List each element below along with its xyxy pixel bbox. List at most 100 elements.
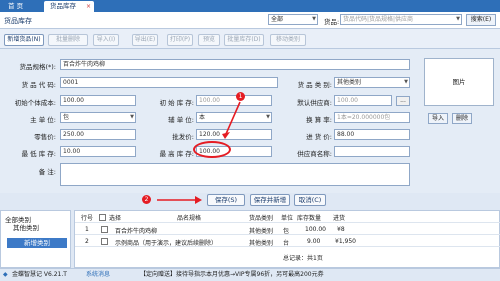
vendor-input[interactable] (334, 146, 410, 157)
import-button[interactable]: 导入(I) (93, 34, 119, 46)
min-stock-input[interactable]: 10.00 (60, 146, 136, 157)
chevron-down-icon: ▼ (404, 79, 408, 85)
retail-label: 零售价: (34, 133, 56, 141)
purchase-price-input[interactable]: 88.00 (334, 129, 410, 140)
unit-value: 包 (63, 114, 70, 121)
category-value: 其他类别 (337, 79, 362, 86)
save-button[interactable]: 保存(S) (207, 194, 245, 206)
row-qty: 9.00 (307, 238, 321, 245)
conversion-label: 换 算 率: (306, 116, 332, 124)
code-input[interactable]: 0001 (60, 77, 278, 88)
save-and-new-button[interactable]: 保存并新增 (250, 194, 290, 206)
row-price: ¥1,950 (335, 238, 356, 245)
print-button[interactable]: 打印(P) (167, 34, 193, 46)
annotation-highlight-ring (193, 141, 231, 158)
col-header-category: 货品类别 (249, 215, 274, 222)
chevron-down-icon: ▼ (456, 16, 460, 22)
max-stock-label: 最 高 库 存: (159, 150, 194, 158)
page-header: 货品库存 全部 ▼ 货品: 货品代码|货品规格|供应商 ▼ 搜索(E) (0, 12, 500, 29)
select-all-checkbox[interactable] (99, 214, 106, 221)
unit-label: 主 单 位: (30, 116, 56, 124)
chevron-down-icon: ▼ (312, 16, 316, 22)
status-bar: ◆ 金蝶智慧记 V6.21.T 系统消息 【定向赠送】接待导指示本月优惠→VIP… (0, 268, 500, 281)
spec-label: 货品规格(*): (19, 63, 56, 71)
preview-button[interactable]: 预览 (198, 34, 220, 46)
default-supplier-input[interactable]: 100.00 (334, 95, 392, 106)
scope-select[interactable]: 全部 ▼ (268, 14, 318, 25)
chevron-down-icon: ▼ (130, 114, 134, 120)
tab-home-label: 首 页 (8, 2, 24, 10)
row-no: 2 (85, 238, 89, 245)
batch-delete-button[interactable]: 批量删除 (48, 34, 88, 46)
product-image[interactable]: 图片 (424, 58, 494, 106)
search-placeholder: 货品代码|货品规格|供应商 (343, 16, 414, 23)
row-divider (75, 234, 500, 235)
cancel-button[interactable]: 取消(C) (294, 194, 326, 206)
col-header-name: 品名规格 (177, 215, 202, 222)
app-version: 金蝶智慧记 V6.21.T (12, 271, 67, 278)
code-label: 货 品 代 码: (21, 81, 56, 89)
search-input[interactable]: 货品代码|货品规格|供应商 ▼ (340, 14, 462, 25)
annotation-arrow-2 (157, 196, 202, 204)
toolbar: 新增货品(N) 批量删除 导入(I) 导出(E) 打印(P) 预览 批量库存(D… (0, 29, 500, 49)
remark-textarea[interactable] (60, 163, 410, 186)
conversion-input[interactable]: 1本=20.000000包 (334, 112, 410, 123)
col-header-no: 行号 (81, 215, 94, 222)
category-tree: 全部类别 其他类别 新增类别 (0, 210, 71, 268)
row-price: ¥8 (337, 226, 345, 233)
new-item-button[interactable]: 新增货品(N) (4, 34, 44, 46)
aux-unit-value: 本 (199, 114, 206, 121)
col-header-select: 选择 (109, 215, 122, 222)
browse-button[interactable]: ... (396, 96, 410, 106)
page-title: 货品库存 (4, 17, 32, 25)
wholesale-label: 批发价: (172, 133, 194, 141)
retail-price-input[interactable]: 250.00 (60, 129, 136, 140)
row-checkbox[interactable] (101, 238, 108, 245)
batch-stock-button[interactable]: 批量库存(D) (224, 34, 264, 46)
category-label: 货 品 类 别: (297, 81, 332, 89)
col-header-unit: 单位 (281, 215, 294, 222)
aux-unit-label: 辅 单 位: (168, 116, 194, 124)
move-category-button[interactable]: 移动类别 (270, 34, 306, 46)
tab-home[interactable]: 首 页 (2, 1, 44, 12)
tab-inventory[interactable]: 货品库存 × (44, 1, 94, 12)
supplier-label: 默认供应商: (297, 99, 332, 107)
col-header-qty: 库存数量 (297, 215, 322, 222)
row-checkbox[interactable] (101, 226, 108, 233)
scope-select-value: 全部 (271, 16, 284, 23)
initcost-label: 初始个体成本: (14, 99, 56, 107)
export-button[interactable]: 导出(E) (132, 34, 158, 46)
purchase-label: 进 货 价: (306, 133, 332, 141)
image-import-button[interactable]: 导入 (428, 113, 448, 124)
image-delete-button[interactable]: 删除 (452, 113, 472, 124)
category-select[interactable]: 其他类别 ▼ (334, 77, 410, 88)
search-button[interactable]: 搜索(E) (466, 14, 496, 26)
min-stock-label: 最 低 库 存: (21, 150, 56, 158)
promo-message[interactable]: 【定向赠送】接待导指示本月优惠→VIP专属96折，另可最高200元券 (140, 269, 498, 281)
vendor-label: 供应商名称: (297, 150, 332, 158)
tab-bar: 首 页 货品库存 × (0, 0, 500, 12)
image-label: 图片 (452, 78, 466, 86)
inventory-table: 行号 选择 品名规格 货品类别 单位 库存数量 进货 1 百合炸牛肉鸡柳 其他类… (74, 210, 500, 268)
close-icon[interactable]: × (86, 1, 91, 12)
spec-input[interactable]: 百合炸牛肉鸡柳 (60, 59, 410, 70)
table-footer: 总记录：共1页 (283, 255, 323, 262)
row-no: 1 (85, 226, 89, 233)
header-divider (75, 222, 500, 223)
annotation-arrow-1 (222, 101, 241, 139)
system-message-link[interactable]: 系统消息 (86, 269, 110, 281)
unit-select[interactable]: 包 ▼ (60, 112, 136, 123)
app-logo-icon: ◆ (3, 271, 8, 278)
annotation-marker-2: 2 (142, 195, 151, 204)
row-qty: 100.00 (305, 226, 326, 233)
initcost-input[interactable]: 100.00 (60, 95, 136, 106)
add-category-button[interactable]: 新增类别 (7, 238, 67, 248)
initstock-label: 初 始 库 存: (159, 99, 194, 107)
col-header-price: 进货 (333, 215, 346, 222)
row-divider (75, 246, 500, 247)
remark-label: 备 注: (38, 168, 56, 176)
chevron-down-icon: ▼ (266, 114, 270, 120)
tree-item-other[interactable]: 其他类别 (13, 222, 39, 232)
filter-label: 货品: (324, 18, 340, 26)
tab-inventory-label: 货品库存 (50, 2, 76, 10)
